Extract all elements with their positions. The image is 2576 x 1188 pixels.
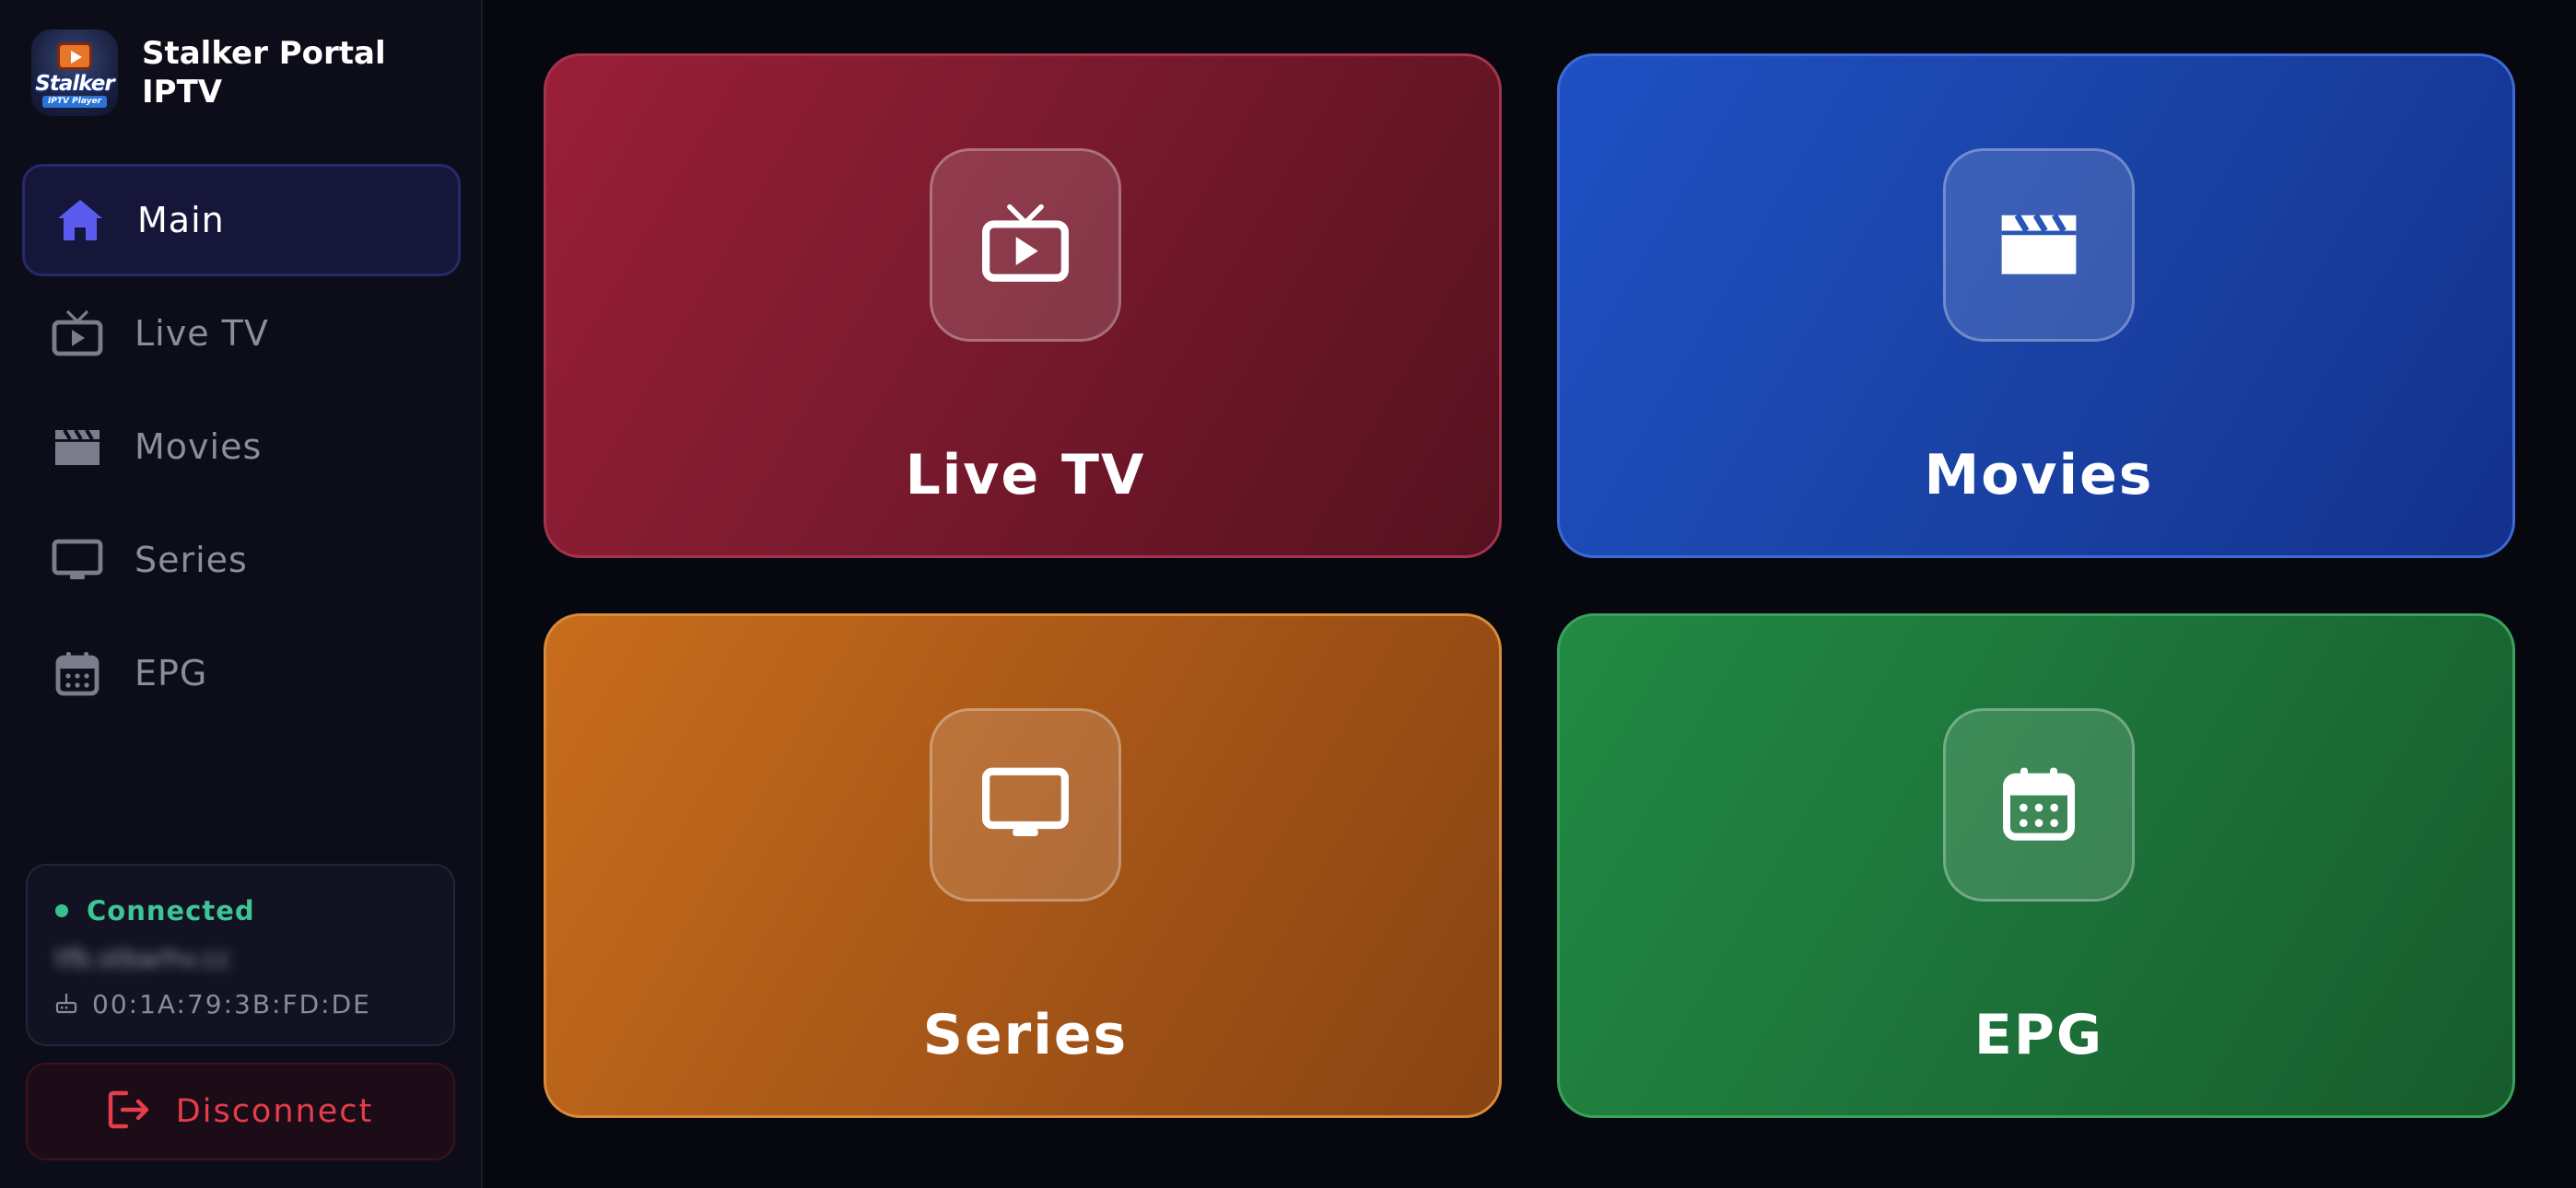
tile-label: Live TV [905,443,1146,507]
logo-word: Stalker [35,72,114,96]
tile-label: EPG [1973,1003,2104,1067]
connection-status-card: Connected tfb.stbarhv.cc 00:1A:79:3B:FD:… [26,864,455,1046]
app-logo: Stalker IPTV Player [31,29,118,116]
sidebar-item-movies[interactable]: Movies [22,390,461,503]
sidebar-item-series[interactable]: Series [22,504,461,616]
disconnect-label: Disconnect [175,1093,374,1130]
app-window: Stalker IPTV Player Stalker Portal IPTV … [0,0,2576,1188]
epg-tile[interactable]: EPG [1557,613,2515,1118]
series-tile[interactable]: Series [544,613,1502,1118]
tile-icon-box [930,708,1121,902]
status-dot-icon [55,904,68,917]
sidebar-item-epg[interactable]: EPG [22,617,461,729]
monitor-icon [50,532,105,588]
sidebar-item-label: EPG [135,653,208,693]
movies-tile[interactable]: Movies [1557,53,2515,558]
clapperboard-icon [1998,209,2079,281]
tile-icon-box [1943,708,2135,902]
status-text: Connected [87,895,255,926]
sidebar-nav: Main Live TV Movies Series EPG [22,164,461,729]
logo-tv-icon [57,42,92,70]
home-icon [53,192,108,248]
sidebar-item-main[interactable]: Main [22,164,461,276]
sidebar-item-live-tv[interactable]: Live TV [22,277,461,390]
sidebar-item-label: Series [135,540,248,580]
clapperboard-icon [50,419,105,474]
sidebar-item-label: Main [137,200,225,240]
app-title: Stalker Portal IPTV [142,35,386,111]
logout-icon [108,1089,150,1134]
router-icon [55,992,77,1018]
calendar-icon [50,646,105,701]
tile-label: Series [922,1003,1129,1067]
server-address: tfb.stbarhv.cc [55,943,231,973]
tile-label: Movies [1924,443,2154,507]
logo-subtitle: IPTV Player [42,96,107,108]
disconnect-button[interactable]: Disconnect [26,1063,455,1160]
sidebar-item-label: Live TV [135,313,269,354]
connection-state: Connected [55,895,255,926]
tile-icon-box [1943,148,2135,342]
live-tv-tile[interactable]: Live TV [544,53,1502,558]
sidebar: Stalker IPTV Player Stalker Portal IPTV … [0,0,483,1188]
sidebar-item-label: Movies [135,426,263,467]
mac-address: 00:1A:79:3B:FD:DE [92,989,371,1019]
main-content: Live TV Movies Series EPG [483,0,2576,1188]
calendar-icon [2002,764,2076,845]
monitor-icon [981,766,1070,844]
tv-play-icon [981,204,1070,286]
tile-icon-box [930,148,1121,342]
mac-address-row: 00:1A:79:3B:FD:DE [55,989,371,1019]
tv-play-icon [50,306,105,361]
brand: Stalker IPTV Player Stalker Portal IPTV [31,29,418,116]
